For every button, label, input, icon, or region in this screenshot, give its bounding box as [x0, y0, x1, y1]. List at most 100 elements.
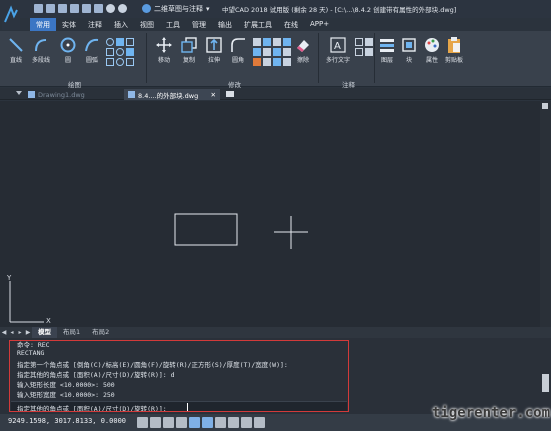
- title-bar: 二维草图与注释 ▾ 中望CAD 2018 试用版 (剩余 28 天) - [C:…: [0, 0, 551, 30]
- spline-icon[interactable]: [116, 38, 124, 46]
- rectangle-icon[interactable]: [106, 48, 114, 56]
- properties-tool-button[interactable]: 属性: [423, 36, 441, 64]
- copy-tool-label: 复制: [182, 57, 195, 64]
- app-logo-icon[interactable]: [2, 2, 20, 30]
- drawing-canvas[interactable]: Y X: [0, 101, 551, 327]
- break-icon[interactable]: [283, 48, 291, 56]
- redo-icon[interactable]: [118, 4, 127, 13]
- ortho-toggle-icon[interactable]: [163, 417, 174, 428]
- boundary-icon[interactable]: [126, 58, 134, 66]
- trim-icon[interactable]: [263, 38, 271, 46]
- doc-tab-drawing1[interactable]: Drawing1.dwg: [24, 89, 122, 100]
- doc-tab-current[interactable]: 8.4....的外部块.dwg ✕: [124, 89, 220, 100]
- mtext-tool-button[interactable]: A 多行文字: [326, 36, 350, 64]
- vertical-scrollbar[interactable]: [540, 101, 551, 327]
- clipboard-tool-button[interactable]: 剪贴板: [445, 36, 463, 64]
- plot-icon[interactable]: [94, 4, 103, 13]
- qp-toggle-icon[interactable]: [241, 417, 252, 428]
- clipboard-icon: [448, 37, 460, 53]
- point-icon[interactable]: [126, 48, 134, 56]
- tab-app-plus[interactable]: APP+: [304, 18, 335, 31]
- tab-tools[interactable]: 工具: [160, 18, 186, 31]
- ellipse-icon[interactable]: [106, 38, 114, 46]
- print-icon[interactable]: [82, 4, 91, 13]
- group-separator: [318, 33, 319, 83]
- otrack-toggle-icon[interactable]: [202, 417, 213, 428]
- polar-toggle-icon[interactable]: [176, 417, 187, 428]
- open-file-icon[interactable]: [46, 4, 55, 13]
- tab-solid[interactable]: 实体: [56, 18, 82, 31]
- donut-icon[interactable]: [116, 48, 124, 56]
- scale-icon[interactable]: [263, 48, 271, 56]
- dynamic-input-toggle-icon[interactable]: [228, 417, 239, 428]
- workspace-select[interactable]: 二维草图与注释 ▾: [142, 3, 210, 14]
- coordinate-readout: 9249.1598, 3017.8133, 0.0000: [8, 417, 127, 425]
- leader-icon[interactable]: [365, 38, 373, 46]
- group-separator: [146, 33, 147, 83]
- last-layout-icon[interactable]: ▶: [24, 329, 32, 337]
- tab-output[interactable]: 输出: [212, 18, 238, 31]
- scroll-thumb[interactable]: [542, 103, 548, 109]
- array-icon[interactable]: [273, 48, 281, 56]
- revcloud-icon[interactable]: [116, 58, 124, 66]
- annotation-small-tools: [355, 38, 373, 56]
- save-as-icon[interactable]: [70, 4, 79, 13]
- stretch-tool-button[interactable]: 拉伸: [205, 36, 223, 64]
- tab-manage[interactable]: 管理: [186, 18, 212, 31]
- lengthen-icon[interactable]: [283, 58, 291, 66]
- polyline-tool-button[interactable]: 多段线: [32, 36, 50, 64]
- tab-annotate[interactable]: 注释: [82, 18, 108, 31]
- chamfer-icon[interactable]: [263, 58, 271, 66]
- erase-tool-button[interactable]: 擦除: [294, 36, 312, 64]
- explode-icon[interactable]: [253, 58, 261, 66]
- tab-online[interactable]: 在线: [278, 18, 304, 31]
- text-style-icon[interactable]: [365, 48, 373, 56]
- snap-toggle-icon[interactable]: [137, 417, 148, 428]
- fillet-tool-button[interactable]: 圆角: [229, 36, 247, 64]
- join-icon[interactable]: [273, 58, 281, 66]
- hatch-icon[interactable]: [126, 38, 134, 46]
- save-icon[interactable]: [58, 4, 67, 13]
- dimension-icon[interactable]: [355, 38, 363, 46]
- grid-toggle-icon[interactable]: [150, 417, 161, 428]
- command-scroll-thumb[interactable]: [542, 374, 549, 392]
- offset-icon[interactable]: [283, 38, 291, 46]
- first-layout-icon[interactable]: ◀: [0, 329, 8, 337]
- workspace-label: 二维草图与注释: [154, 4, 203, 13]
- tab-menu-arrow-icon[interactable]: [16, 91, 22, 95]
- undo-icon[interactable]: [106, 4, 115, 13]
- osnap-toggle-icon[interactable]: [189, 417, 200, 428]
- window-title: 中望CAD 2018 试用版 (剩余 28 天) - [C:\...\8.4.2…: [222, 6, 457, 14]
- new-file-icon[interactable]: [34, 4, 43, 13]
- mirror-icon[interactable]: [253, 48, 261, 56]
- status-toggles: [137, 417, 265, 428]
- prev-layout-icon[interactable]: ◂: [8, 329, 16, 337]
- move-tool-button[interactable]: 移动: [155, 36, 173, 64]
- tab-layout2[interactable]: 布局2: [86, 327, 115, 338]
- polyline-icon: [35, 39, 47, 52]
- tab-home[interactable]: 常用: [30, 18, 56, 31]
- extend-icon[interactable]: [273, 38, 281, 46]
- arc-tool-button[interactable]: 圆弧: [83, 36, 101, 64]
- lineweight-toggle-icon[interactable]: [215, 417, 226, 428]
- layer-tool-button[interactable]: 图层: [378, 36, 396, 64]
- tab-insert[interactable]: 插入: [108, 18, 134, 31]
- new-tab-icon[interactable]: [226, 91, 234, 97]
- block-tool-button[interactable]: 块: [400, 36, 418, 64]
- copy-tool-button[interactable]: 复制: [180, 36, 198, 64]
- drawn-rectangle[interactable]: [174, 213, 238, 246]
- close-icon[interactable]: ✕: [211, 91, 216, 99]
- command-scrollbar[interactable]: [540, 338, 551, 398]
- next-layout-icon[interactable]: ▸: [16, 329, 24, 337]
- selection-cycling-icon[interactable]: [254, 417, 265, 428]
- region-icon[interactable]: [106, 58, 114, 66]
- rotate-icon[interactable]: [253, 38, 261, 46]
- tab-view[interactable]: 视图: [134, 18, 160, 31]
- layers-icon: [380, 39, 394, 52]
- circle-tool-button[interactable]: 圆: [59, 36, 77, 64]
- table-icon[interactable]: [355, 48, 363, 56]
- tab-extended-tools[interactable]: 扩展工具: [238, 18, 278, 31]
- tab-model[interactable]: 模型: [32, 327, 57, 338]
- line-tool-button[interactable]: 直线: [7, 36, 25, 64]
- tab-layout1[interactable]: 布局1: [57, 327, 86, 338]
